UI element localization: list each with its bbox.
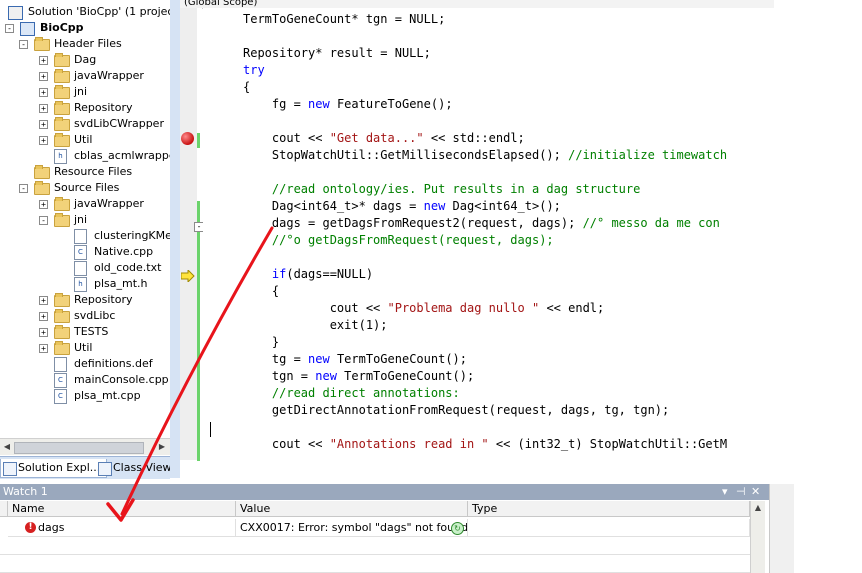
annotation-arrow-head [106, 498, 135, 522]
annotation-arrow-line [120, 226, 274, 516]
annotation-arrow [106, 226, 274, 522]
